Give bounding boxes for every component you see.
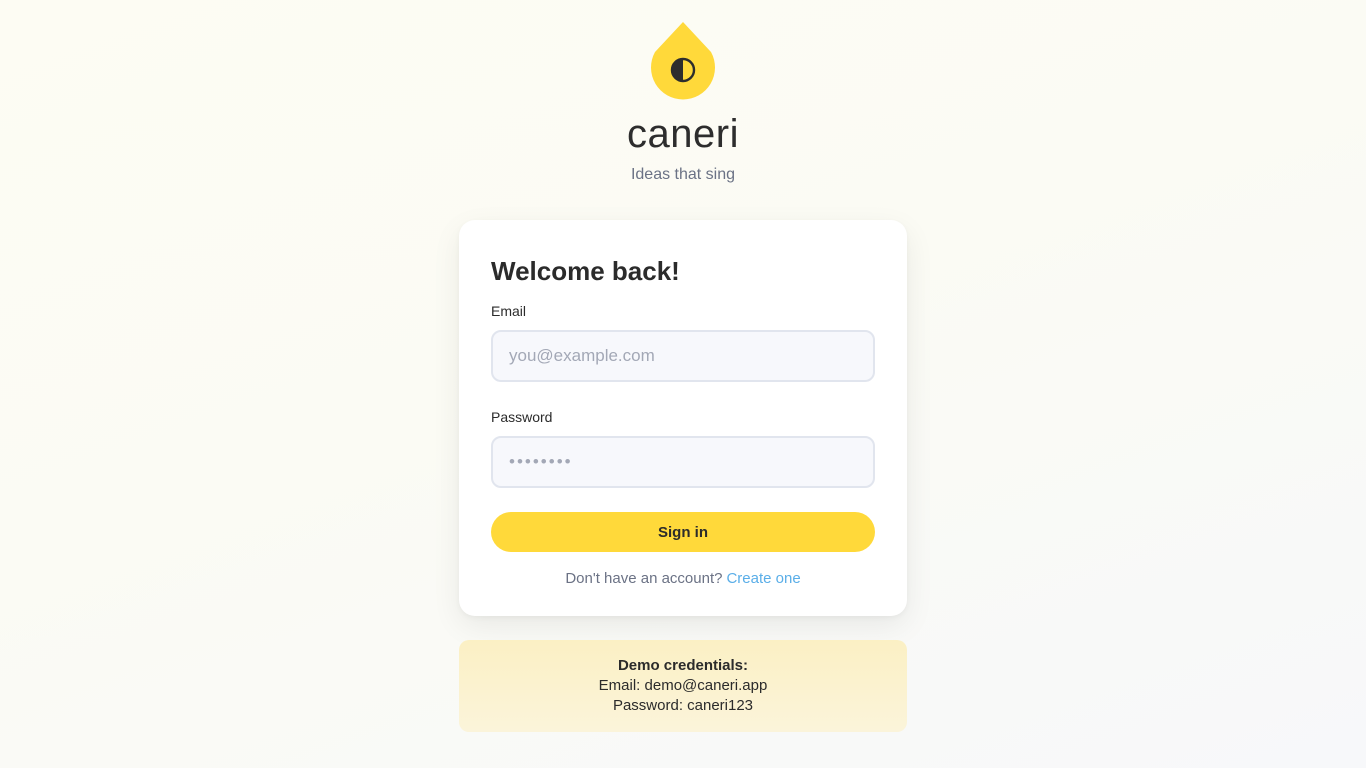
tagline: Ideas that sing [630,166,736,183]
demo-email-line: Email: demo@caneri.app [598,677,768,694]
signup-prompt-text: Don't have an account? [565,570,723,587]
email-label: Email [491,303,527,319]
password-input[interactable] [491,436,875,488]
signup-prompt-line: Don't have an account? Create one [491,570,875,587]
demo-title: Demo credentials: [617,657,749,674]
login-card: Welcome back! Email Password Sign in Don… [459,220,907,616]
logo [651,22,715,100]
drop-logo-icon [651,22,715,100]
app-name: caneri [627,112,739,156]
card-title: Welcome back! [491,256,680,286]
password-label: Password [491,409,553,425]
create-account-link[interactable]: Create one [726,570,800,587]
sign-in-button[interactable]: Sign in [491,512,875,552]
demo-password-line: Password: caneri123 [612,697,754,714]
email-input[interactable] [491,330,875,382]
demo-credentials-box: Demo credentials: Email: demo@caneri.app… [459,640,907,732]
